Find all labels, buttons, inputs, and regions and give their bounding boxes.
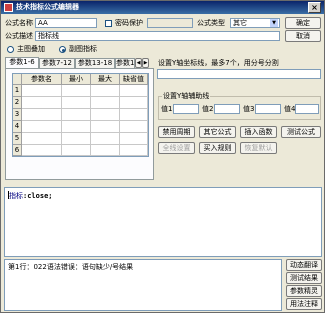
tab-params-1-6[interactable]: 参数1-6	[5, 57, 39, 68]
cancel-button[interactable]: 取消	[285, 30, 321, 42]
aux-value1-input[interactable]	[173, 104, 199, 114]
password-checkbox[interactable]	[105, 20, 112, 27]
tab-scroll-left-icon[interactable]: ◀	[135, 58, 142, 68]
chevron-down-icon: ▼	[270, 19, 278, 27]
row-num: 5	[13, 133, 22, 145]
main-chart-radio[interactable]	[7, 46, 14, 53]
sub-chart-label: 副图指标	[69, 45, 97, 53]
y-axis-lines-input[interactable]	[157, 69, 321, 79]
header-max: 最大	[91, 74, 120, 85]
password-label: 密码保护	[115, 19, 143, 27]
restore-default-button[interactable]: 恢复默认	[240, 142, 277, 154]
param-name-cell[interactable]	[22, 85, 62, 97]
param-max-cell[interactable]	[91, 121, 120, 133]
param-default-cell[interactable]	[120, 109, 148, 121]
param-wizard-button[interactable]: 参数精灵	[286, 285, 322, 297]
aux-value3-input[interactable]	[255, 104, 281, 114]
main-chart-label: 主图叠加	[17, 45, 45, 53]
usage-notes-button[interactable]: 用法注释	[286, 298, 322, 310]
other-formula-button[interactable]: 其它公式	[199, 126, 236, 138]
formula-type-select[interactable]: 其它 ▼	[230, 18, 280, 28]
tab-params-more[interactable]: 参数1	[115, 58, 135, 68]
row-num: 4	[13, 121, 22, 133]
aux-lines-title: 设置Y轴辅助线	[162, 92, 211, 101]
line-settings-button[interactable]: 全线设置	[158, 142, 195, 154]
sub-chart-radio[interactable]	[59, 46, 66, 53]
tab-params-13-18[interactable]: 参数13-18	[75, 58, 115, 68]
param-max-cell[interactable]	[91, 97, 120, 109]
formula-name-label: 公式名称	[5, 19, 33, 27]
formula-name-input[interactable]: AA	[35, 18, 97, 28]
param-default-cell[interactable]	[120, 133, 148, 145]
param-max-cell[interactable]	[91, 109, 120, 121]
param-max-cell[interactable]	[91, 85, 120, 97]
formula-desc-label: 公式描述	[5, 32, 33, 40]
param-tab-panel: 参数名 最小 最大 缺省值 1 2 3 4 5 6	[5, 68, 154, 180]
buy-rule-button[interactable]: 买入规则	[199, 142, 236, 154]
param-default-cell[interactable]	[120, 121, 148, 133]
param-name-cell[interactable]	[22, 109, 62, 121]
param-max-cell[interactable]	[91, 133, 120, 145]
param-min-cell[interactable]	[62, 109, 91, 121]
output-pane: 第1行：022语法错误：语句缺少/号结果	[4, 259, 282, 311]
param-min-cell[interactable]	[62, 133, 91, 145]
test-result-button[interactable]: 测试结果	[286, 272, 322, 284]
tab-scroll-right-icon[interactable]: ▶	[142, 58, 149, 68]
aux-value4-label: 值4	[284, 105, 296, 113]
code-line: 指标:close;	[8, 191, 53, 201]
formula-desc-input[interactable]: 指标线	[35, 31, 280, 41]
param-min-cell[interactable]	[62, 85, 91, 97]
test-formula-button[interactable]: 测试公式	[281, 126, 321, 138]
header-default: 缺省值	[120, 74, 148, 85]
close-button[interactable]: ×	[308, 2, 321, 13]
output-message: 第1行：022语法错误：语句缺少/号结果	[8, 263, 134, 271]
aux-value2-input[interactable]	[214, 104, 240, 114]
tab-params-7-12[interactable]: 参数7-12	[39, 58, 75, 68]
y-axis-hint: 设置Y轴坐标线，最多7个，用分号分割	[158, 59, 279, 67]
param-min-cell[interactable]	[62, 97, 91, 109]
disable-period-button[interactable]: 禁用周期	[158, 126, 195, 138]
row-num: 6	[13, 145, 22, 156]
grid-corner	[13, 74, 22, 85]
ok-button[interactable]: 确定	[285, 17, 321, 29]
param-default-cell[interactable]	[120, 85, 148, 97]
row-num: 3	[13, 109, 22, 121]
formula-editor-window: 技术指标公式编辑器 × 公式名称 AA 密码保护 公式类型 其它 ▼ 确定 公式…	[0, 0, 325, 313]
row-num: 1	[13, 85, 22, 97]
aux-value2-label: 值2	[202, 105, 214, 113]
window-title: 技术指标公式编辑器	[16, 3, 79, 11]
code-editor[interactable]: 指标:close;	[4, 187, 322, 257]
param-default-cell[interactable]	[120, 97, 148, 109]
formula-type-value: 其它	[233, 19, 247, 27]
param-default-cell[interactable]	[120, 145, 148, 156]
header-min: 最小	[62, 74, 91, 85]
code-keyword: 指标	[9, 192, 23, 200]
code-statement: :close;	[23, 192, 53, 200]
aux-value1-label: 值1	[161, 105, 173, 113]
param-min-cell[interactable]	[62, 145, 91, 156]
aux-value4-input[interactable]	[295, 104, 319, 114]
password-input[interactable]	[147, 18, 193, 28]
app-icon	[4, 3, 13, 12]
param-max-cell[interactable]	[91, 145, 120, 156]
row-num: 2	[13, 97, 22, 109]
param-name-cell[interactable]	[22, 145, 62, 156]
aux-value3-label: 值3	[243, 105, 255, 113]
param-grid: 参数名 最小 最大 缺省值 1 2 3 4 5 6	[12, 73, 149, 157]
title-bar: 技术指标公式编辑器 ×	[1, 1, 324, 14]
dynamic-translate-button[interactable]: 动态翻译	[286, 259, 322, 271]
insert-function-button[interactable]: 插入函数	[240, 126, 277, 138]
param-name-cell[interactable]	[22, 133, 62, 145]
param-name-cell[interactable]	[22, 97, 62, 109]
header-param-name: 参数名	[22, 74, 62, 85]
param-min-cell[interactable]	[62, 121, 91, 133]
formula-type-label: 公式类型	[197, 19, 225, 27]
param-name-cell[interactable]	[22, 121, 62, 133]
